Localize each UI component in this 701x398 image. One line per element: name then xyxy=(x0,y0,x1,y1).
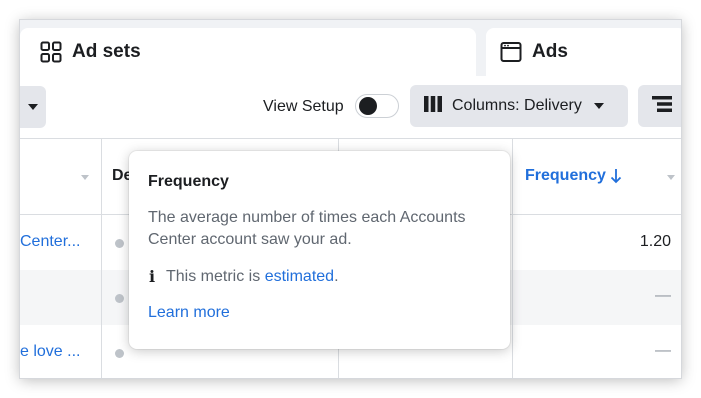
frequency-value: 1.20 xyxy=(639,233,671,250)
ad-set-name-link[interactable]: e love ... xyxy=(20,343,80,361)
column-divider xyxy=(101,139,102,378)
columns-button-label: Columns: Delivery xyxy=(452,97,582,114)
info-icon: i xyxy=(148,267,156,286)
tab-ad-sets[interactable]: Ad sets xyxy=(20,28,476,76)
tooltip-note-suffix: . xyxy=(334,267,339,285)
browser-window-icon xyxy=(500,41,522,63)
frequency-header-label: Frequency xyxy=(525,167,606,184)
status-dot xyxy=(115,239,124,248)
column-divider xyxy=(512,139,513,378)
tooltip-description: The average number of times each Account… xyxy=(148,209,466,248)
columns-button[interactable]: Columns: Delivery xyxy=(410,85,628,127)
frequency-value: — xyxy=(655,287,671,304)
arrow-down-icon xyxy=(610,169,622,184)
breakdown-button[interactable] xyxy=(638,85,681,127)
sort-caret-icon[interactable] xyxy=(667,175,675,180)
tab-ad-sets-label: Ad sets xyxy=(72,41,141,62)
tab-bar: Ad sets Ads xyxy=(20,20,681,76)
caret-down-icon xyxy=(28,104,38,110)
ads-manager-frame: Ad sets Ads View Setup Columns: Delivery… xyxy=(20,20,681,378)
tab-ads-label: Ads xyxy=(532,41,568,62)
toggle-knob xyxy=(359,97,377,115)
tooltip-note-prefix: This metric is xyxy=(166,267,261,285)
dropdown-button[interactable] xyxy=(20,86,46,128)
toolbar: View Setup Columns: Delivery xyxy=(20,76,681,139)
breakdown-icon xyxy=(652,95,672,117)
column-header-frequency[interactable]: Frequency xyxy=(525,167,622,185)
view-setup-label: View Setup xyxy=(263,98,344,115)
grid-icon xyxy=(40,41,62,63)
frequency-tooltip: Frequency The average number of times ea… xyxy=(129,151,510,349)
tooltip-title: Frequency xyxy=(148,173,229,190)
columns-icon xyxy=(424,95,442,117)
tab-ads[interactable]: Ads xyxy=(486,28,681,76)
tooltip-note: i This metric is estimated. xyxy=(148,267,491,286)
estimated-link[interactable]: estimated xyxy=(265,268,334,285)
sort-caret-icon[interactable] xyxy=(81,175,89,180)
tooltip-note-text: This metric is estimated. xyxy=(166,268,339,286)
frequency-value: — xyxy=(655,342,671,359)
view-setup-toggle[interactable] xyxy=(355,94,399,118)
status-dot xyxy=(115,294,124,303)
ad-set-name-link[interactable]: Center... xyxy=(20,233,80,251)
caret-down-icon xyxy=(593,103,604,109)
status-dot xyxy=(115,349,124,358)
learn-more-link[interactable]: Learn more xyxy=(148,304,491,322)
